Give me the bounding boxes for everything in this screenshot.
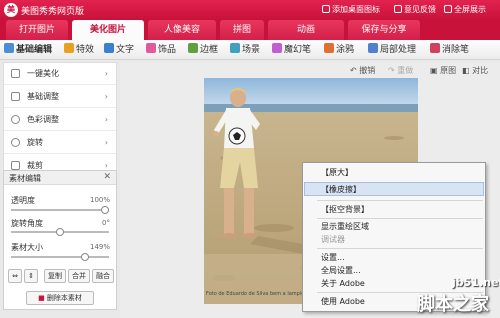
watermark-site: jb51.net <box>452 276 500 289</box>
delete-material-button[interactable]: ■ 删除本素材 <box>26 291 94 305</box>
frame-icon <box>188 43 198 53</box>
accessory-icon <box>146 43 156 53</box>
image-icon: ▣ <box>430 66 441 75</box>
tool-eraser-pen[interactable]: 消除笔 <box>430 40 469 60</box>
ctx-settings[interactable]: 设置... <box>321 252 345 263</box>
size-value: 149% <box>89 243 110 251</box>
edit-icon <box>4 43 14 53</box>
original-image-button[interactable]: ▣ 原图 <box>430 65 456 76</box>
menu-divider <box>317 218 483 219</box>
tool-text[interactable]: 文字 <box>104 40 134 60</box>
size-label: 素材大小 <box>11 243 43 252</box>
tool-basic-edit[interactable]: 基础编辑 <box>4 40 52 60</box>
chevron-right-icon: › <box>104 138 108 147</box>
close-icon[interactable]: ✕ <box>103 172 111 182</box>
tab-beautify[interactable]: 美化图片 <box>72 20 144 40</box>
magic-wand-icon <box>11 69 20 78</box>
tool-accessories[interactable]: 饰品 <box>146 40 176 60</box>
tab-collage[interactable]: 拼图 <box>220 20 264 40</box>
edit-toolbar: 基础编辑 特效 文字 饰品 边框 场景 魔幻笔 涂鸦 局部处理 消除笔 <box>0 40 500 60</box>
compare-icon: ◧ <box>462 66 473 75</box>
flip-vertical-button[interactable]: ⇕ <box>24 269 38 283</box>
ctx-eraser[interactable]: 【橡皮擦】 <box>321 184 361 195</box>
rotation-slider[interactable] <box>11 228 109 236</box>
rotation-slider-handle[interactable] <box>56 228 64 236</box>
ctx-global-settings[interactable]: 全局设置... <box>321 265 361 276</box>
menu-basic-adjust[interactable]: 基础调整 › <box>4 86 116 108</box>
ctx-about-adobe[interactable]: 关于 Adobe <box>321 278 365 289</box>
opacity-label: 透明度 <box>11 196 35 205</box>
feedback-icon <box>394 5 402 13</box>
sliders-icon <box>11 92 20 101</box>
trash-icon: ■ <box>38 294 47 302</box>
eraser-icon <box>430 43 440 53</box>
ctx-cutout-background[interactable]: 【抠空背景】 <box>321 204 369 215</box>
size-slider[interactable] <box>11 253 109 261</box>
local-process-icon <box>368 43 378 53</box>
palette-icon <box>11 115 20 124</box>
flip-horizontal-button[interactable]: ⇔ <box>8 269 22 283</box>
tool-effects[interactable]: 特效 <box>64 40 94 60</box>
tool-frames[interactable]: 边框 <box>188 40 218 60</box>
menu-divider <box>317 200 483 201</box>
rotation-label: 旋转角度 <box>11 219 43 228</box>
ctx-original-size[interactable]: 【原大】 <box>321 167 353 178</box>
rotation-value: 0° <box>102 219 110 227</box>
feedback-link[interactable]: 意见反馈 <box>394 4 436 15</box>
undo-button[interactable]: ↶ 撤销 <box>350 65 375 76</box>
tab-open-image[interactable]: 打开图片 <box>6 20 68 40</box>
fullscreen-link[interactable]: 全屏展示 <box>444 4 486 15</box>
chevron-right-icon: › <box>104 115 108 124</box>
left-menu: 一键美化 › 基础调整 › 色彩调整 › 旋转 › 裁剪 › <box>3 62 117 172</box>
menu-divider <box>317 248 483 249</box>
material-edit-panel: 素材编辑 ✕ 透明度 100% 旋转角度 0° 素材大小 149% ⇔ ⇕ 复制… <box>3 170 117 310</box>
magic-pen-icon <box>272 43 282 53</box>
material-panel-title: 素材编辑 <box>9 174 41 183</box>
chevron-right-icon: › <box>104 92 108 101</box>
fullscreen-icon <box>444 5 452 13</box>
tab-animation[interactable]: 动画 <box>268 20 344 40</box>
text-icon <box>104 43 114 53</box>
opacity-slider[interactable] <box>11 206 109 214</box>
material-panel-header: 素材编辑 ✕ <box>4 171 116 185</box>
menu-color-adjust[interactable]: 色彩调整 › <box>4 109 116 131</box>
tab-save-share[interactable]: 保存与分享 <box>348 20 420 40</box>
size-slider-handle[interactable] <box>81 253 89 261</box>
crop-icon <box>11 161 20 170</box>
opacity-slider-handle[interactable] <box>101 206 109 214</box>
ctx-use-adobe[interactable]: 使用 Adobe <box>321 296 365 307</box>
tool-local-process[interactable]: 局部处理 <box>368 40 416 60</box>
merge-button[interactable]: 合并 <box>68 269 90 283</box>
redo-button[interactable]: ↷ 重做 <box>388 65 413 76</box>
main-tab-bar: 打开图片 美化图片 人像美容 拼图 动画 保存与分享 <box>0 20 500 40</box>
copy-button[interactable]: 复制 <box>44 269 66 283</box>
app-logo-icon: 美 <box>4 3 18 17</box>
blend-button[interactable]: 融合 <box>92 269 114 283</box>
redo-icon: ↷ <box>388 66 398 75</box>
doodle-icon <box>324 43 334 53</box>
app-title: 美图秀秀网页版 <box>21 7 85 17</box>
menu-one-click-beautify[interactable]: 一键美化 › <box>4 63 116 85</box>
compare-button[interactable]: ◧ 对比 <box>462 65 488 76</box>
rotate-icon <box>11 138 20 147</box>
tool-doodle[interactable]: 涂鸦 <box>324 40 354 60</box>
flip-vertical-icon: ⇕ <box>28 272 34 280</box>
ctx-debugger: 调试器 <box>321 235 345 244</box>
undo-icon: ↶ <box>350 66 360 75</box>
chevron-right-icon: › <box>104 69 108 78</box>
flip-horizontal-icon: ⇔ <box>12 272 18 280</box>
effects-icon <box>64 43 74 53</box>
tool-magic-pen[interactable]: 魔幻笔 <box>272 40 311 60</box>
opacity-value: 100% <box>89 196 110 204</box>
scene-icon <box>230 43 240 53</box>
monitor-icon <box>322 5 330 13</box>
tab-portrait[interactable]: 人像美容 <box>148 20 216 40</box>
tool-scenes[interactable]: 场景 <box>230 40 260 60</box>
menu-rotate[interactable]: 旋转 › <box>4 132 116 154</box>
watermark-name: 脚本之家 <box>417 294 489 315</box>
ctx-show-redraw-regions[interactable]: 显示重绘区域 <box>321 221 369 232</box>
title-bar: 美 美图秀秀网页版 添加桌面图标 意见反馈 全屏展示 <box>0 0 500 20</box>
add-desktop-icon-link[interactable]: 添加桌面图标 <box>322 4 380 15</box>
